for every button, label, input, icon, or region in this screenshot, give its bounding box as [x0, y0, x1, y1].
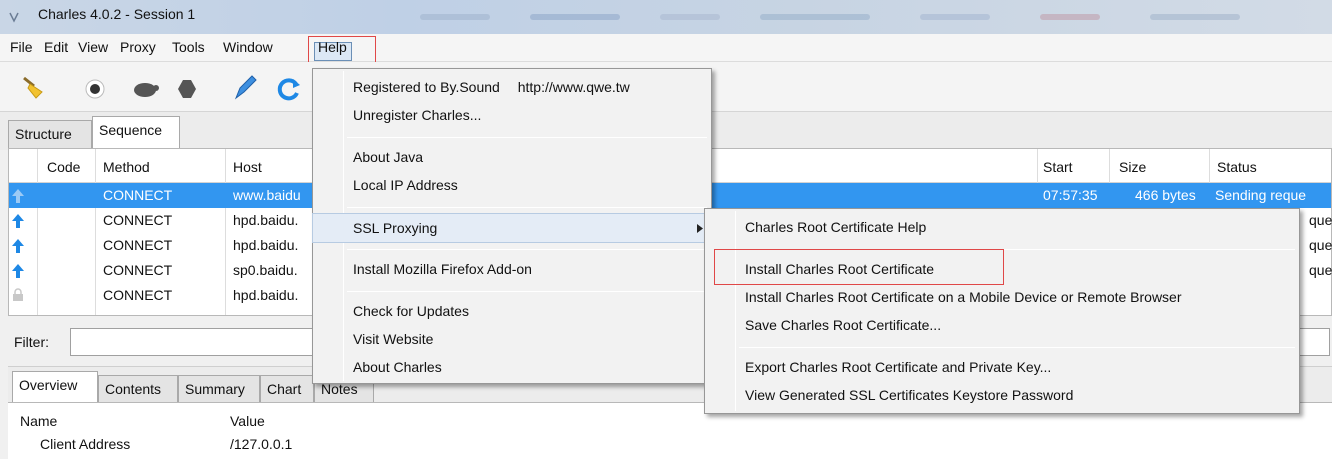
- pen-icon[interactable]: [232, 74, 258, 102]
- menu-separator: [347, 137, 707, 138]
- column-host[interactable]: Host: [233, 159, 262, 175]
- cell-host: sp0.baidu.: [233, 262, 298, 278]
- annotation-box-install: [714, 249, 1004, 285]
- blurred-region: [530, 14, 620, 20]
- stop-hexagon-icon[interactable]: [176, 78, 198, 100]
- menu-item-registered: Registered to By.Sound http://www.qwe.tw: [313, 75, 711, 99]
- detail-row-value: /127.0.0.1: [230, 436, 293, 452]
- cell-size: 466 bytes: [1135, 187, 1196, 203]
- menu-separator: [347, 249, 707, 250]
- menu-tools[interactable]: Tools: [172, 39, 205, 55]
- detail-header-value: Value: [230, 413, 265, 429]
- tab-structure[interactable]: Structure: [8, 120, 92, 150]
- menu-file[interactable]: File: [10, 39, 33, 55]
- lock-icon: [13, 288, 23, 301]
- tab-chart[interactable]: Chart: [260, 375, 314, 405]
- upload-arrow-icon: [12, 214, 24, 228]
- menu-item-about-charles[interactable]: About Charles: [313, 355, 711, 379]
- menu-gutter: [735, 211, 736, 411]
- blurred-region: [760, 14, 870, 20]
- cell-method: CONNECT: [103, 262, 173, 278]
- blurred-region: [420, 14, 490, 20]
- turtle-icon[interactable]: [130, 78, 160, 100]
- menu-proxy[interactable]: Proxy: [120, 39, 156, 55]
- tab-overview[interactable]: Overview: [12, 371, 98, 405]
- tab-summary[interactable]: Summary: [178, 375, 260, 405]
- menu-separator: [347, 207, 707, 208]
- blurred-region: [1150, 14, 1240, 20]
- menu-item-ssl-proxying[interactable]: SSL Proxying: [312, 213, 712, 243]
- ssl-proxying-label: SSL Proxying: [353, 220, 438, 236]
- menu-item-about-java[interactable]: About Java: [313, 145, 711, 169]
- menu-item-check-updates[interactable]: Check for Updates: [313, 299, 711, 323]
- blurred-region: [920, 14, 990, 20]
- tab-contents[interactable]: Contents: [98, 375, 178, 405]
- menu-item-view-keystore[interactable]: View Generated SSL Certificates Keystore…: [705, 383, 1299, 407]
- cell-status: que: [1309, 262, 1332, 278]
- menu-view[interactable]: View: [78, 39, 108, 55]
- menu-separator: [347, 291, 707, 292]
- menu-separator: [739, 347, 1295, 348]
- cell-host: hpd.baidu.: [233, 287, 299, 303]
- cell-start: 07:57:35: [1043, 187, 1098, 203]
- column-start[interactable]: Start: [1043, 159, 1073, 175]
- detail-row-name: Client Address: [40, 436, 131, 452]
- detail-header-name: Name: [20, 413, 58, 429]
- cell-method: CONNECT: [103, 187, 173, 203]
- blurred-region: [660, 14, 720, 20]
- cell-method: CONNECT: [103, 212, 173, 228]
- cell-method: CONNECT: [103, 287, 173, 303]
- cell-status: que: [1309, 212, 1332, 228]
- registered-text: Registered to By.Sound: [353, 79, 500, 95]
- column-size[interactable]: Size: [1119, 159, 1146, 175]
- menu-item-local-ip[interactable]: Local IP Address: [313, 173, 711, 197]
- upload-arrow-icon: [12, 264, 24, 278]
- upload-arrow-icon: [12, 189, 24, 203]
- title-bar: Charles 4.0.2 - Session 1: [0, 0, 1332, 34]
- refresh-icon[interactable]: [276, 76, 302, 102]
- registered-url: http://www.qwe.tw: [517, 79, 630, 95]
- menu-window[interactable]: Window: [223, 39, 273, 55]
- menu-item-visit-website[interactable]: Visit Website: [313, 327, 711, 351]
- column-code[interactable]: Code: [47, 159, 80, 175]
- window-title: Charles 4.0.2 - Session 1: [38, 6, 196, 22]
- tab-sequence[interactable]: Sequence: [92, 116, 180, 150]
- menu-edit[interactable]: Edit: [44, 39, 68, 55]
- menu-item-install-addon[interactable]: Install Mozilla Firefox Add-on: [313, 257, 711, 281]
- filter-label: Filter:: [14, 334, 49, 350]
- cell-host: hpd.baidu.: [233, 212, 299, 228]
- cell-status: que: [1309, 237, 1332, 253]
- column-status[interactable]: Status: [1217, 159, 1257, 175]
- help-menu: Registered to By.Sound http://www.qwe.tw…: [312, 68, 712, 384]
- record-icon[interactable]: [84, 78, 106, 100]
- menu-item-root-cert-help[interactable]: Charles Root Certificate Help: [705, 215, 1299, 239]
- cell-method: CONNECT: [103, 237, 173, 253]
- broom-icon[interactable]: [20, 74, 50, 100]
- cell-host: www.baidu: [233, 187, 301, 203]
- menu-item-save-root-cert[interactable]: Save Charles Root Certificate...: [705, 313, 1299, 337]
- column-method[interactable]: Method: [103, 159, 150, 175]
- cell-status: Sending reque: [1215, 187, 1307, 203]
- charles-app-icon: [9, 12, 19, 23]
- menu-item-install-mobile-cert[interactable]: Install Charles Root Certificate on a Mo…: [705, 285, 1299, 309]
- menu-item-export-key[interactable]: Export Charles Root Certificate and Priv…: [705, 355, 1299, 379]
- menu-bar: File Edit View Proxy Tools Window: [0, 34, 1332, 62]
- submenu-arrow-icon: [697, 224, 703, 233]
- cell-host: hpd.baidu.: [233, 237, 299, 253]
- ssl-proxying-submenu: Charles Root Certificate Help Install Ch…: [704, 208, 1300, 414]
- upload-arrow-icon: [12, 239, 24, 253]
- blurred-region: [1040, 14, 1100, 20]
- menu-item-unregister[interactable]: Unregister Charles...: [313, 103, 711, 127]
